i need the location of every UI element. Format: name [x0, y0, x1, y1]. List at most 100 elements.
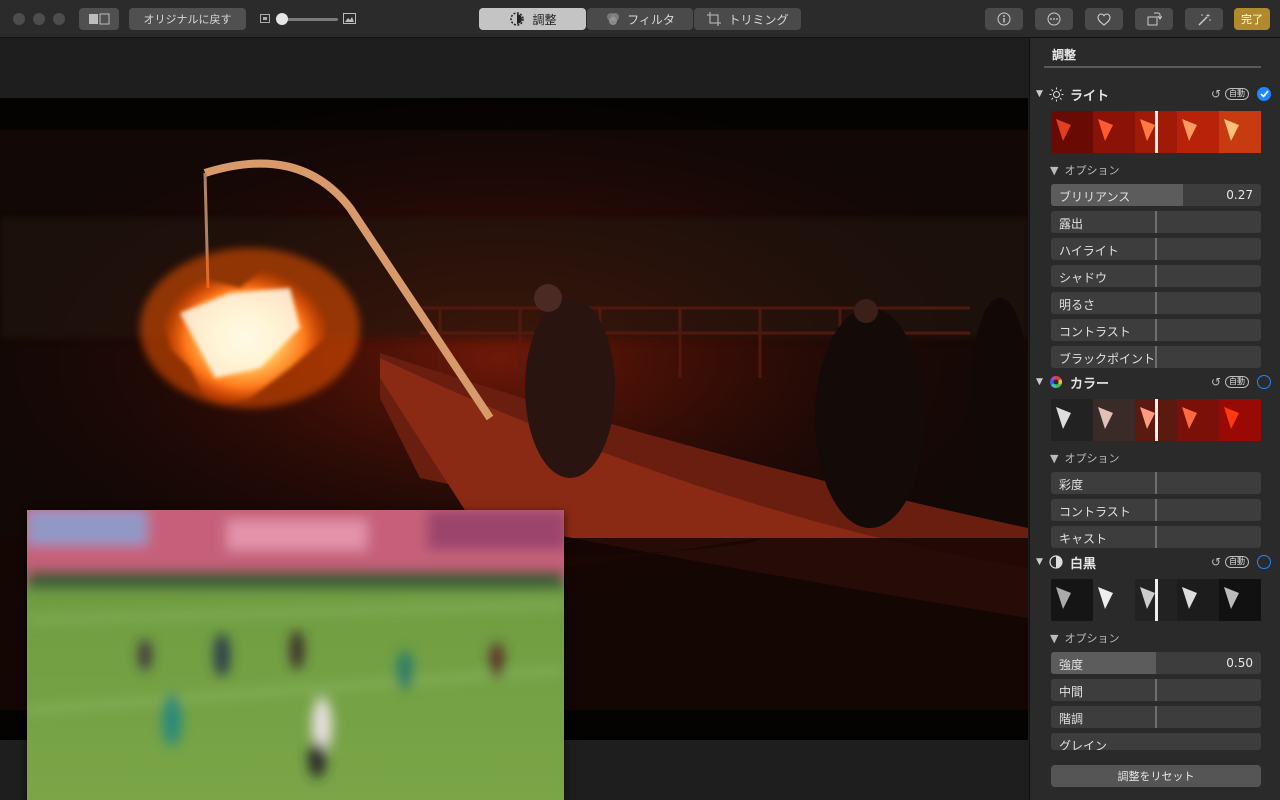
section-bw-header[interactable]: ▼ 白黒 ↺ 自動	[1036, 551, 1271, 573]
slider-label: 露出	[1059, 217, 1084, 231]
section-bw-label: 白黒	[1070, 556, 1097, 572]
disclosure-triangle-icon: ▼	[1050, 163, 1059, 177]
revert-to-original-button[interactable]: オリジナルに戻す	[129, 8, 246, 30]
light-strip-marker[interactable]	[1155, 111, 1158, 153]
slider-brightness[interactable]: 明るさ	[1051, 292, 1261, 314]
slider-exposure[interactable]: 露出	[1051, 211, 1261, 233]
split-view-icon	[89, 13, 110, 25]
slider-value: 0.27	[1226, 188, 1253, 202]
slider-label: 彩度	[1059, 478, 1084, 492]
slider-label: ブラックポイント	[1059, 352, 1156, 366]
undo-icon[interactable]: ↺	[1211, 375, 1221, 389]
tab-adjust-label: 調整	[532, 12, 557, 27]
slider-label: キャスト	[1059, 532, 1108, 546]
light-enabled-checkbox[interactable]	[1257, 87, 1271, 101]
half-circle-icon	[1048, 554, 1064, 570]
more-icon	[1047, 12, 1061, 26]
done-button[interactable]: 完了	[1234, 8, 1270, 30]
light-thumbnail-strip[interactable]	[1051, 111, 1261, 153]
more-button[interactable]	[1035, 8, 1073, 30]
tab-crop-label: トリミング	[728, 12, 789, 27]
sun-icon	[1048, 86, 1064, 102]
disclosure-triangle-icon: ▼	[1050, 451, 1059, 465]
adjust-panel: 調整 ▼ ライト ↺ 自動 ▼ オプション ブリリアンス 0.27 露出 ハイラ…	[1029, 38, 1280, 800]
slider-grain[interactable]: グレイン	[1051, 733, 1261, 750]
undo-icon[interactable]: ↺	[1211, 555, 1221, 569]
slider-value: 0.50	[1226, 656, 1253, 670]
slider-label: 強度	[1059, 658, 1084, 672]
slider-black-point[interactable]: ブラックポイント	[1051, 346, 1261, 368]
slider-label: グレイン	[1059, 739, 1108, 750]
adjust-icon	[510, 12, 525, 26]
tab-crop[interactable]: トリミング	[694, 8, 801, 30]
color-options-label: オプション	[1064, 452, 1120, 465]
bw-options-label: オプション	[1064, 632, 1120, 645]
color-thumbnail-strip[interactable]	[1051, 399, 1261, 441]
slider-label: ブリリアンス	[1059, 190, 1131, 204]
bw-enabled-checkbox[interactable]	[1257, 555, 1271, 569]
bw-options-toggle[interactable]: ▼ オプション	[1050, 630, 1119, 646]
auto-button[interactable]: 自動	[1225, 556, 1249, 568]
slider-label: 中間	[1059, 685, 1084, 699]
slider-label: コントラスト	[1059, 505, 1131, 519]
slider-color-contrast[interactable]: コントラスト	[1051, 499, 1261, 521]
tab-adjust[interactable]: 調整	[479, 8, 586, 30]
section-light-header[interactable]: ▼ ライト ↺ 自動	[1036, 83, 1271, 105]
large-photo-icon	[343, 13, 356, 24]
info-icon	[997, 12, 1011, 26]
crop-icon	[707, 12, 722, 26]
disclosure-triangle-icon: ▼	[1050, 631, 1059, 645]
photo-canvas	[0, 38, 1028, 800]
slider-contrast[interactable]: コントラスト	[1051, 319, 1261, 341]
section-color-label: カラー	[1070, 376, 1110, 392]
panel-title: 調整	[1052, 48, 1077, 62]
magic-wand-icon	[1198, 13, 1211, 26]
compare-button[interactable]	[79, 8, 119, 30]
undo-icon[interactable]: ↺	[1211, 87, 1221, 101]
slider-intensity[interactable]: 強度 0.50	[1051, 652, 1261, 674]
slider-tone[interactable]: 階調	[1051, 706, 1261, 728]
tab-filters[interactable]: フィルタ	[587, 8, 693, 30]
checkmark-icon	[1259, 90, 1269, 98]
color-enabled-checkbox[interactable]	[1257, 375, 1271, 389]
picture-in-picture-video[interactable]	[27, 510, 564, 800]
photos-edit-window: オリジナルに戻す 調整 フィルタ トリミング 完了 調整 ▼ ライト ↺ 自動 …	[0, 0, 1280, 800]
small-photo-icon	[260, 14, 270, 23]
bw-strip-marker[interactable]	[1155, 579, 1158, 621]
rotate-button[interactable]	[1135, 8, 1173, 30]
color-wheel-icon	[1048, 374, 1064, 390]
close-window-button[interactable]	[13, 13, 25, 25]
tab-filters-label: フィルタ	[627, 12, 675, 27]
heart-icon	[1097, 12, 1111, 26]
favorite-button[interactable]	[1085, 8, 1123, 30]
color-options-toggle[interactable]: ▼ オプション	[1050, 450, 1119, 466]
disclosure-triangle-icon[interactable]: ▼	[1036, 377, 1048, 387]
light-options-label: オプション	[1064, 164, 1120, 177]
slider-cast[interactable]: キャスト	[1051, 526, 1261, 548]
slider-shadows[interactable]: シャドウ	[1051, 265, 1261, 287]
auto-button[interactable]: 自動	[1225, 376, 1249, 388]
color-strip-marker[interactable]	[1155, 399, 1158, 441]
slider-label: シャドウ	[1059, 271, 1108, 285]
toolbar: オリジナルに戻す 調整 フィルタ トリミング 完了	[0, 0, 1280, 38]
minimize-window-button[interactable]	[33, 13, 45, 25]
slider-saturation[interactable]: 彩度	[1051, 472, 1261, 494]
zoom-slider-knob[interactable]	[276, 13, 288, 25]
reset-adjustments-button[interactable]: 調整をリセット	[1051, 765, 1261, 787]
auto-button[interactable]: 自動	[1225, 88, 1249, 100]
panel-divider	[1044, 66, 1261, 68]
section-color-header[interactable]: ▼ カラー ↺ 自動	[1036, 371, 1271, 393]
disclosure-triangle-icon[interactable]: ▼	[1036, 557, 1048, 567]
zoom-window-button[interactable]	[53, 13, 65, 25]
slider-brilliance[interactable]: ブリリアンス 0.27	[1051, 184, 1261, 206]
disclosure-triangle-icon[interactable]: ▼	[1036, 89, 1048, 99]
light-options-toggle[interactable]: ▼ オプション	[1050, 162, 1119, 178]
rotate-icon	[1147, 12, 1162, 26]
slider-highlights[interactable]: ハイライト	[1051, 238, 1261, 260]
bw-thumbnail-strip[interactable]	[1051, 579, 1261, 621]
section-light-label: ライト	[1070, 88, 1110, 104]
enhance-button[interactable]	[1185, 8, 1223, 30]
info-button[interactable]	[985, 8, 1023, 30]
filters-icon	[607, 13, 620, 25]
slider-neutrals[interactable]: 中間	[1051, 679, 1261, 701]
